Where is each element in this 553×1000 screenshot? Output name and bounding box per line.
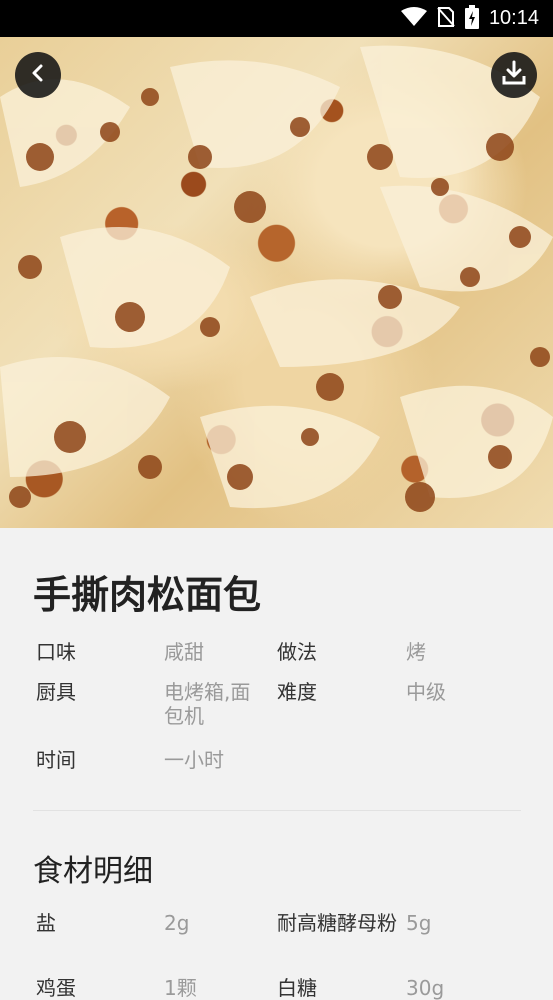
ingredient-amount: 1颗: [164, 976, 197, 1000]
info-label-time: 时间: [36, 748, 76, 772]
info-label-flavor: 口味: [36, 640, 76, 664]
ingredient-amount: 2g: [164, 911, 190, 935]
info-value-flavor: 咸甜: [164, 640, 204, 664]
ingredient-name: 鸡蛋: [36, 976, 76, 1000]
status-bar: 10:14: [0, 0, 553, 37]
info-value-method: 烤: [406, 640, 426, 664]
info-label-method: 做法: [277, 640, 317, 664]
download-icon: [501, 60, 527, 90]
ingredient-name: 盐: [36, 911, 56, 935]
ingredient-amount: 5g: [406, 911, 432, 935]
chevron-left-icon: [28, 63, 48, 87]
bread-photo: [0, 45, 553, 512]
ingredient-name: 耐高糖酵母粉: [277, 911, 397, 935]
back-button[interactable]: [15, 52, 61, 98]
info-label-cookware: 厨具: [36, 680, 76, 704]
info-value-time: 一小时: [164, 748, 224, 772]
info-value-difficulty: 中级: [406, 680, 446, 704]
no-sim-icon: [437, 6, 455, 32]
info-label-difficulty: 难度: [277, 680, 317, 704]
download-button[interactable]: [491, 52, 537, 98]
status-time: 10:14: [488, 7, 539, 29]
ingredient-amount: 30g: [406, 976, 445, 1000]
ingredients-title: 食材明细: [33, 854, 153, 889]
battery-charging-icon: [464, 4, 479, 33]
wifi-icon: [400, 6, 427, 31]
recipe-hero-image: [0, 37, 553, 528]
ingredient-name: 白糖: [277, 976, 317, 1000]
divider: [33, 810, 521, 811]
recipe-title: 手撕肉松面包: [33, 573, 262, 617]
info-value-cookware: 电烤箱,面包机: [164, 680, 251, 728]
